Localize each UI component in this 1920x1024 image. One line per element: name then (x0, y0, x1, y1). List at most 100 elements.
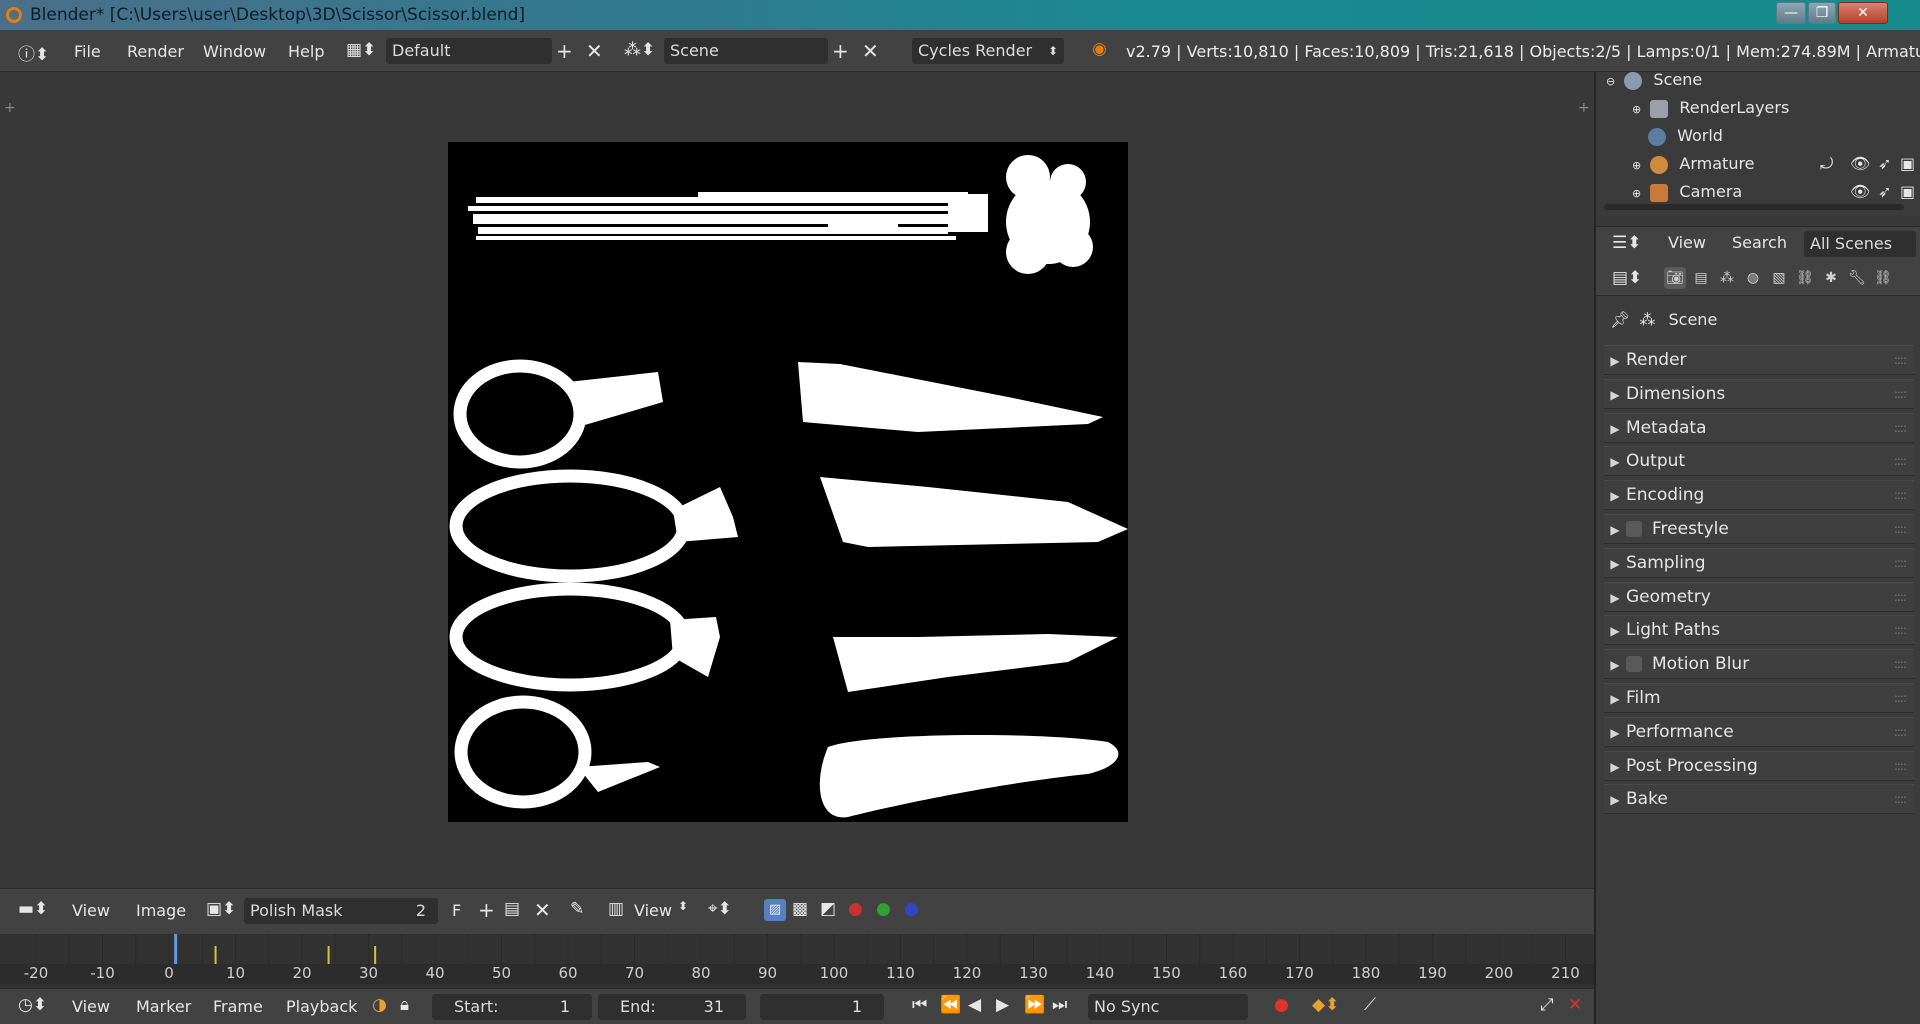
close-button[interactable]: ✕ (1838, 2, 1888, 24)
panel-drag-grip-icon[interactable]: :::: (1894, 583, 1907, 611)
lock-icon[interactable]: 🔒︎ (400, 995, 409, 1015)
properties-editor-type-icon[interactable]: ▤⬍ (1612, 268, 1642, 288)
panel-geometry[interactable]: ▶ Geometry:::: (1604, 581, 1914, 612)
play-reverse-icon[interactable]: ◀ (968, 995, 981, 1015)
expand-icon[interactable]: ⊕ (1632, 103, 1641, 116)
panel-drag-grip-icon[interactable]: :::: (1894, 752, 1907, 780)
timeline-menu-marker[interactable]: Marker (136, 997, 191, 1016)
panel-film[interactable]: ▶ Film:::: (1604, 683, 1914, 713)
panel-light-paths[interactable]: ▶ Light Paths:::: (1604, 615, 1914, 646)
panel-drag-grip-icon[interactable]: :::: (1894, 718, 1907, 746)
polish-mask-image[interactable] (448, 142, 1128, 822)
panel-drag-grip-icon[interactable]: :::: (1894, 515, 1907, 543)
prev-keyframe-icon[interactable]: ⏪ (940, 995, 961, 1015)
timeline-menu-playback[interactable]: Playback (286, 997, 357, 1016)
visibility-eye-icon[interactable]: 👁︎ (1850, 178, 1870, 206)
pose-icon[interactable]: ⤾ (1820, 150, 1833, 178)
panel-drag-grip-icon[interactable]: :::: (1894, 684, 1907, 712)
menu-view[interactable]: View (72, 901, 110, 920)
expand-icon[interactable]: ⊕ (1632, 187, 1641, 200)
layout-field[interactable]: Default (386, 38, 552, 64)
fake-user-toggle[interactable]: F (452, 901, 461, 920)
start-frame-field[interactable]: Start: 1 (432, 994, 592, 1020)
panel-output[interactable]: ▶ Output:::: (1604, 446, 1914, 477)
render-engine-select[interactable]: Cycles Render ⬍ (912, 38, 1064, 64)
area-split-corner-right[interactable]: + (1578, 100, 1590, 116)
image-editor-viewport[interactable]: + + (0, 72, 1594, 888)
menu-window[interactable]: Window (203, 42, 266, 61)
open-image-icon[interactable]: ▤ (504, 899, 520, 919)
play-icon[interactable]: ▶ (996, 995, 1009, 1015)
panel-motion-blur[interactable]: ▶ Motion Blur:::: (1604, 649, 1914, 680)
panel-sampling[interactable]: ▶ Sampling:::: (1604, 547, 1914, 578)
remove-scene-icon[interactable]: ✕ (862, 39, 879, 63)
pin-icon[interactable]: ✎ (570, 899, 584, 919)
screen-layout-icon[interactable]: ▦⬍ (346, 40, 376, 60)
panel-enable-checkbox[interactable] (1626, 656, 1642, 673)
editor-type-icon[interactable]: ▬⬍ (18, 899, 48, 919)
outliner-menu-view[interactable]: View (1668, 233, 1706, 252)
constraints-tab-icon[interactable]: ⛓︎ (1794, 267, 1816, 289)
render-layers-tab-icon[interactable]: ▤ (1690, 267, 1712, 289)
jump-end-icon[interactable]: ⏭ (1052, 995, 1067, 1015)
add-layout-icon[interactable]: + (556, 39, 573, 63)
unlink-image-icon[interactable]: ✕ (534, 898, 551, 922)
bone-constraints-tab-icon[interactable]: ⛓︎ (1872, 267, 1894, 289)
minimize-button[interactable]: — (1776, 2, 1806, 24)
panel-post-processing[interactable]: ▶ Post Processing:::: (1604, 750, 1914, 781)
new-image-icon[interactable]: + (478, 898, 495, 922)
object-tab-icon[interactable]: ▧ (1768, 267, 1790, 289)
modifiers-tab-icon[interactable]: 🔧︎ (1846, 267, 1868, 289)
menu-render[interactable]: Render (127, 42, 184, 61)
sync-mode-select[interactable]: No Sync (1088, 994, 1248, 1020)
end-frame-field[interactable]: End: 31 (598, 994, 746, 1020)
area-split-corner-left[interactable]: + (4, 100, 16, 116)
panel-drag-grip-icon[interactable]: :::: (1894, 481, 1907, 509)
panel-drag-grip-icon[interactable]: :::: (1894, 414, 1907, 442)
panel-encoding[interactable]: ▶ Encoding:::: (1604, 480, 1914, 511)
timeline-area[interactable]: -20 -10 0 10 20 30 40 50 60 70 80 90 100 110 120 130 140… (0, 934, 1594, 988)
panel-drag-grip-icon[interactable]: :::: (1894, 616, 1907, 644)
info-editor-type-icon[interactable]: ⓘ⬍ (18, 40, 49, 65)
panel-bake[interactable]: ▶ Bake:::: (1604, 784, 1914, 815)
visibility-eye-icon[interactable]: 👁︎ (1850, 150, 1870, 178)
panel-drag-grip-icon[interactable]: :::: (1894, 346, 1907, 374)
outliner[interactable]: ⊖ Scene ⊕ RenderLayers World ⊕ Armature … (1596, 72, 1920, 216)
blue-channel-icon[interactable]: ● (904, 899, 919, 919)
panel-drag-grip-icon[interactable]: :::: (1894, 549, 1907, 577)
image-browse-icon[interactable]: ▣⬍ (206, 899, 236, 919)
maximize-button[interactable]: ❐ (1808, 2, 1836, 24)
outliner-item-armature[interactable]: ⊕ Armature ⤾ 👁︎ ➶ ▣ (1632, 150, 1920, 178)
remove-icon[interactable]: ✕ (1568, 995, 1582, 1015)
next-keyframe-icon[interactable]: ⏩ (1024, 995, 1045, 1015)
scene-tab-icon[interactable]: ⁂ (1716, 267, 1738, 289)
panel-drag-grip-icon[interactable]: :::: (1894, 650, 1907, 678)
timeline-menu-view[interactable]: View (72, 997, 110, 1016)
panel-drag-grip-icon[interactable]: :::: (1894, 380, 1907, 408)
render-camera-icon[interactable]: ▣ (1900, 178, 1915, 206)
outliner-item-renderlayers[interactable]: ⊕ RenderLayers (1632, 94, 1789, 122)
outliner-scrollbar[interactable] (1604, 204, 1904, 210)
remove-layout-icon[interactable]: ✕ (586, 39, 603, 63)
draw-alpha-icon[interactable]: ▩ (792, 899, 808, 919)
record-icon[interactable]: ● (1274, 995, 1289, 1015)
draw-rgb-alpha-icon[interactable]: ▨ (764, 899, 786, 921)
image-name-field[interactable]: Polish Mask 2 (244, 898, 438, 924)
render-tab-icon[interactable]: 📷︎ (1664, 267, 1686, 289)
pin-icon[interactable]: 📌︎ (1610, 310, 1630, 329)
menu-file[interactable]: File (74, 42, 101, 61)
keying-set-icon[interactable]: ◆⬍ (1312, 995, 1339, 1015)
outliner-display-mode[interactable]: All Scenes (1804, 231, 1916, 257)
panel-performance[interactable]: ▶ Performance:::: (1604, 716, 1914, 747)
select-cursor-icon[interactable]: ➶ (1878, 150, 1891, 178)
panel-freestyle[interactable]: ▶ Freestyle:::: (1604, 514, 1914, 544)
scene-icon[interactable]: ⁂⬍ (624, 40, 655, 60)
panel-enable-checkbox[interactable] (1626, 521, 1642, 537)
outliner-item-scene[interactable]: ⊖ Scene (1606, 72, 1702, 94)
select-cursor-icon[interactable]: ➶ (1878, 178, 1891, 206)
current-frame-field[interactable]: 1 (760, 994, 884, 1020)
green-channel-icon[interactable]: ● (876, 899, 891, 919)
render-camera-icon[interactable]: ▣ (1900, 150, 1915, 178)
pivot-icon[interactable]: ⌖⬍ (708, 899, 732, 919)
outliner-editor-type-icon[interactable]: ☰⬍ (1612, 233, 1641, 253)
